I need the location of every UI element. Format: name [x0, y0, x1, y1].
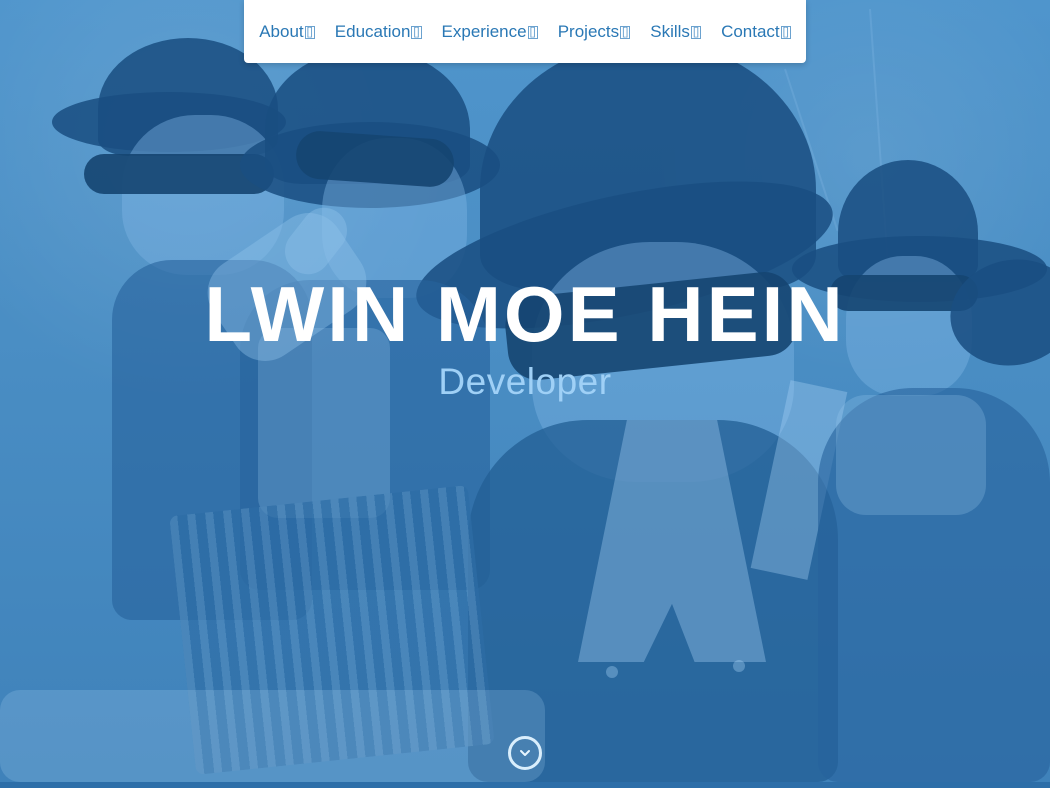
- missing-glyph-icon: []: [690, 26, 702, 39]
- missing-glyph-icon: []: [411, 26, 422, 39]
- hero-section: About [] Education [] Experience [] Proj…: [0, 0, 1050, 782]
- foreground-object: [0, 690, 545, 782]
- jacket-button: [733, 660, 745, 672]
- nav-item-label: Experience: [441, 21, 527, 41]
- missing-glyph-icon: []: [780, 26, 791, 39]
- person-shirt: [836, 395, 986, 515]
- nav-item-label: Skills: [650, 21, 690, 41]
- scroll-down-button[interactable]: [508, 736, 542, 770]
- bottom-divider: [0, 782, 1050, 788]
- nav-item-skills[interactable]: Skills []: [640, 0, 711, 63]
- missing-glyph-icon: []: [527, 26, 538, 39]
- nav-item-label: About: [259, 21, 304, 41]
- hero-content: LWIN MOE HEIN Developer: [0, 270, 1050, 402]
- nav-item-about[interactable]: About []: [249, 0, 325, 63]
- nav-item-projects[interactable]: Projects []: [548, 0, 641, 63]
- jacket-button: [606, 666, 618, 678]
- nav-item-contact[interactable]: Contact []: [711, 0, 801, 63]
- missing-glyph-icon: []: [620, 26, 631, 39]
- nav-item-label: Contact: [721, 21, 780, 41]
- nav-item-experience[interactable]: Experience []: [432, 0, 548, 63]
- missing-glyph-icon: []: [304, 26, 315, 39]
- hero-subtitle: Developer: [438, 361, 612, 402]
- hero-title: LWIN MOE HEIN: [204, 270, 846, 358]
- nav-item-label: Education: [334, 21, 411, 41]
- nav-item-label: Projects: [557, 21, 620, 41]
- chevron-down-icon: [520, 750, 530, 756]
- nav-item-education[interactable]: Education []: [325, 0, 432, 63]
- main-navigation: About [] Education [] Experience [] Proj…: [244, 0, 806, 63]
